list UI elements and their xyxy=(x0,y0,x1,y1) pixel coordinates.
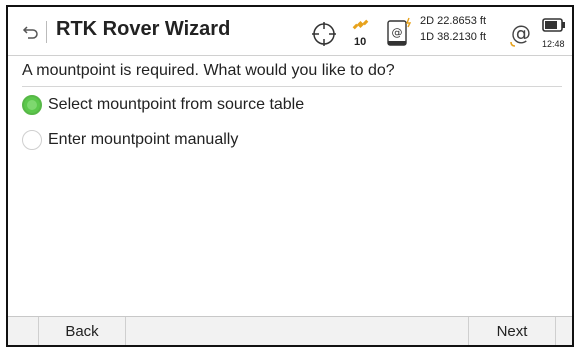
satellite-icon xyxy=(352,19,369,30)
back-button[interactable]: Back xyxy=(38,317,126,345)
option-label: Select mountpoint from source table xyxy=(48,96,305,113)
satellite-count: 10 xyxy=(354,36,367,48)
mountpoint-prompt: A mountpoint is required. What would you… xyxy=(22,62,395,79)
precision-2d: 2D 22.8653 ft xyxy=(420,15,487,27)
svg-text:@: @ xyxy=(392,26,403,39)
crosshair-icon[interactable] xyxy=(311,21,337,47)
option-enter-manually[interactable]: Enter mountpoint manually xyxy=(22,127,238,153)
option-label: Enter mountpoint manually xyxy=(48,131,239,148)
top-bar: RTK Rover Wizard 10 @ 2D 22.8653 ft 1D 3 xyxy=(8,7,572,56)
battery-icon xyxy=(542,18,565,32)
title-separator xyxy=(46,21,47,43)
satellite-status[interactable]: 10 xyxy=(348,16,378,50)
next-button[interactable]: Next xyxy=(468,317,556,345)
app-screen: RTK Rover Wizard 10 @ 2D 22.8653 ft 1D 3 xyxy=(6,5,574,347)
precision-1d: 1D 38.2130 ft xyxy=(420,31,487,43)
radio-button-unselected[interactable] xyxy=(22,130,42,150)
battery-status[interactable]: 12:48 xyxy=(540,17,570,51)
radio-button-selected[interactable] xyxy=(22,95,42,115)
back-arrow-icon[interactable] xyxy=(22,24,40,42)
prompt-divider xyxy=(22,86,562,87)
footer-bar: Back Next xyxy=(8,316,572,345)
option-select-from-source-table[interactable]: Select mountpoint from source table xyxy=(22,92,304,118)
page-title: RTK Rover Wizard xyxy=(56,18,231,40)
precision-readout: 2D 22.8653 ft 1D 38.2130 ft xyxy=(420,13,500,45)
internet-connection-icon[interactable]: @ xyxy=(508,20,536,48)
clock-time: 12:48 xyxy=(542,39,565,49)
svg-text:@: @ xyxy=(511,21,531,45)
device-connection-icon[interactable]: @ xyxy=(386,16,414,50)
